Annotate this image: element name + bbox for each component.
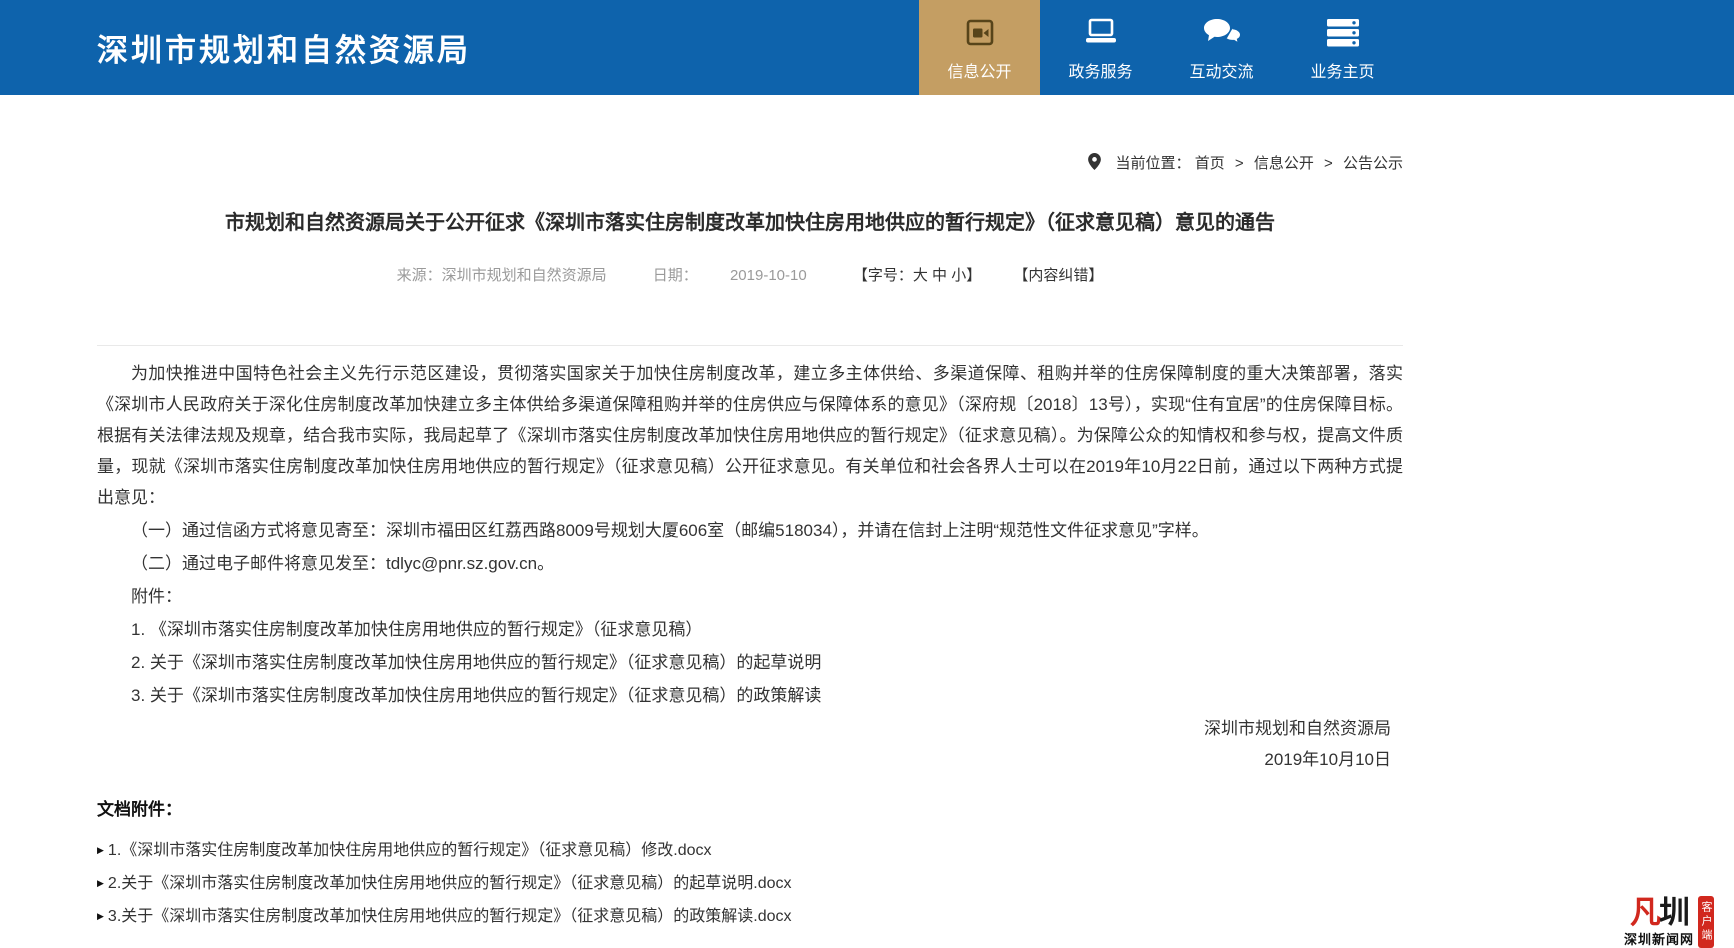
nav-item-interaction[interactable]: 互动交流 <box>1161 0 1282 95</box>
server-list-icon <box>1323 12 1363 54</box>
nav-item-gov-services[interactable]: 政务服务 <box>1040 0 1161 95</box>
watermark-glyph-red: 凡 <box>1630 895 1659 930</box>
attachment-item-3: 3. 关于《深圳市落实住房制度改革加快住房用地供应的暂行规定》（征求意见稿）的政… <box>97 680 1403 711</box>
page-title: 市规划和自然资源局关于公开征求《深圳市落实住房制度改革加快住房用地供应的暂行规定… <box>97 206 1403 235</box>
doc-link-text: 2.关于《深圳市落实住房制度改革加快住房用地供应的暂行规定》（征求意见稿）的起草… <box>108 875 792 892</box>
breadcrumb-separator: > <box>1324 155 1333 172</box>
body-paragraph: 为加快推进中国特色社会主义先行示范区建设，贯彻落实国家关于加快住房制度改革，建立… <box>97 358 1403 513</box>
breadcrumb-label: 当前位置： <box>1116 155 1191 172</box>
watermark-left: 凡圳 深圳新闻网 <box>1624 896 1694 948</box>
breadcrumb-item-home[interactable]: 首页 <box>1195 155 1225 172</box>
doc-link-text: 1.《深圳市落实住房制度改革加快住房用地供应的暂行规定》（征求意见稿）修改.do… <box>108 842 712 859</box>
breadcrumb: 当前位置： 首页 > 信息公开 > 公告公示 <box>97 152 1403 174</box>
article-date-label: 日期： <box>653 267 698 284</box>
article-date: 日期： 2019-10-10 <box>639 267 821 284</box>
body-paragraph-method-2: （二）通过电子邮件将意见发至：tdlyc@pnr.sz.gov.cn。 <box>97 548 1403 579</box>
nav-label: 互动交流 <box>1189 58 1253 82</box>
doc-link-arrow-icon <box>97 834 104 867</box>
site-title: 深圳市规划和自然资源局 <box>97 25 471 70</box>
doc-attachments-section: 文档附件： 1.《深圳市落实住房制度改革加快住房用地供应的暂行规定》（征求意见稿… <box>97 795 1403 933</box>
nav-label: 信息公开 <box>947 58 1011 82</box>
attachment-item-2: 2. 关于《深圳市落实住房制度改革加快住房用地供应的暂行规定》（征求意见稿）的起… <box>97 647 1403 678</box>
article-body: 为加快推进中国特色社会主义先行示范区建设，贯彻落实国家关于加快住房制度改革，建立… <box>97 345 1403 775</box>
doc-link-arrow-icon <box>97 867 104 900</box>
nav-label: 政务服务 <box>1068 58 1132 82</box>
attachments-label: 附件： <box>97 581 1403 612</box>
watermark-mark: 凡圳 <box>1630 896 1688 929</box>
doc-link-1[interactable]: 1.《深圳市落实住房制度改革加快住房用地供应的暂行规定》（征求意见稿）修改.do… <box>97 834 1403 867</box>
breadcrumb-item-info-disclosure[interactable]: 信息公开 <box>1254 155 1314 172</box>
body-paragraph-method-1: （一）通过信函方式将意见寄至：深圳市福田区红荔西路8009号规划大厦606室（邮… <box>97 515 1403 546</box>
content-correction-button[interactable]: 【内容纠错】 <box>1013 267 1103 284</box>
doc-link-text: 3.关于《深圳市落实住房制度改革加快住房用地供应的暂行规定》（征求意见稿）的政策… <box>108 908 792 925</box>
breadcrumb-item-announcements[interactable]: 公告公示 <box>1343 155 1403 172</box>
article-date-value: 2019-10-10 <box>730 267 807 284</box>
sznews-watermark-logo: 凡圳 深圳新闻网 客户端 <box>1624 896 1732 948</box>
laptop-icon <box>1081 12 1121 54</box>
doc-link-2[interactable]: 2.关于《深圳市落实住房制度改革加快住房用地供应的暂行规定》（征求意见稿）的起草… <box>97 867 1403 900</box>
article-source: 来源：深圳市规划和自然资源局 <box>397 267 607 284</box>
top-header: 深圳市规划和自然资源局 信息公开 <box>0 0 1734 95</box>
signature-date: 2019年10月10日 <box>97 744 1391 775</box>
nav-item-info-disclosure[interactable]: 信息公开 <box>919 0 1040 95</box>
nav-label: 业务主页 <box>1310 58 1374 82</box>
doc-link-arrow-icon <box>97 900 104 933</box>
chat-bubbles-icon <box>1201 12 1243 54</box>
signature-org: 深圳市规划和自然资源局 <box>97 713 1391 744</box>
nav-item-business-home[interactable]: 业务主页 <box>1282 0 1403 95</box>
watermark-client-badge: 客户端 <box>1698 896 1714 948</box>
doc-attachments-heading: 文档附件： <box>97 795 1403 820</box>
header-inner: 深圳市规划和自然资源局 信息公开 <box>97 0 1403 95</box>
article-meta: 来源：深圳市规划和自然资源局 日期： 2019-10-10 【字号：大 中 小】… <box>97 264 1403 285</box>
watermark-site-name: 深圳新闻网 <box>1624 929 1694 948</box>
breadcrumb-separator: > <box>1235 155 1244 172</box>
signature-block: 深圳市规划和自然资源局 2019年10月10日 <box>97 713 1403 775</box>
doc-link-3[interactable]: 3.关于《深圳市落实住房制度改革加快住房用地供应的暂行规定》（征求意见稿）的政策… <box>97 900 1403 933</box>
watermark-glyph-black: 圳 <box>1659 895 1688 930</box>
font-size-control[interactable]: 【字号：大 中 小】 <box>853 267 981 284</box>
attachment-item-1: 1. 《深圳市落实住房制度改革加快住房用地供应的暂行规定》（征求意见稿） <box>97 614 1403 645</box>
document-video-icon <box>962 12 998 54</box>
main-nav: 信息公开 政务服务 互动交流 <box>919 0 1403 95</box>
location-pin-icon <box>1088 153 1101 174</box>
